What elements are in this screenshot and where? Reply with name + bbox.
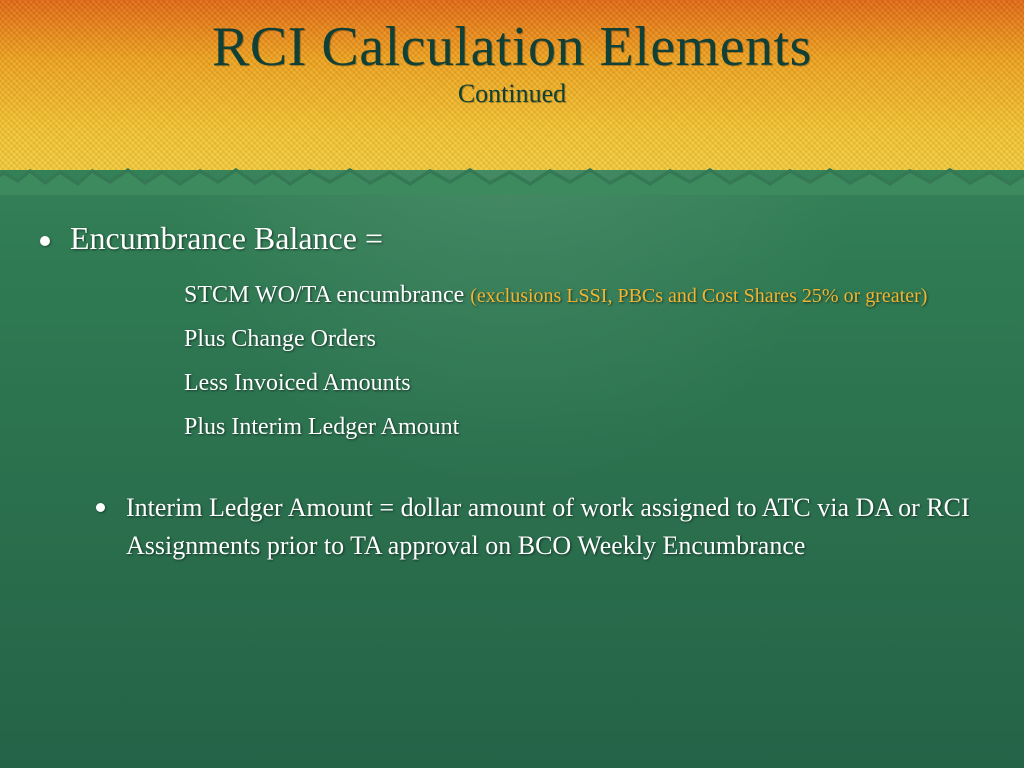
slide-body: Encumbrance Balance = STCM WO/TA encumbr… [36,220,984,564]
bullet-text: Interim Ledger Amount = dollar amount of… [126,493,970,560]
slide-title: RCI Calculation Elements [0,18,1024,77]
title-area: RCI Calculation Elements Continued [0,18,1024,109]
bullet-level-2: Interim Ledger Amount = dollar amount of… [92,489,974,564]
sub-line: Plus Interim Ledger Amount [184,409,944,445]
bullet-level-1: Encumbrance Balance = [36,220,984,257]
sub-line: Less Invoiced Amounts [184,365,944,401]
sub-line: Plus Change Orders [184,321,944,357]
sub-text: STCM WO/TA encumbrance [184,282,470,308]
sub-line: STCM WO/TA encumbrance (exclusions LSSI,… [184,277,944,313]
exclusion-text: (exclusions LSSI, PBCs and Cost Shares 2… [470,285,927,307]
slide: RCI Calculation Elements Continued Encum… [0,0,1024,768]
slide-subtitle: Continued [0,79,1024,109]
bullet-text: Encumbrance Balance = [70,220,383,256]
